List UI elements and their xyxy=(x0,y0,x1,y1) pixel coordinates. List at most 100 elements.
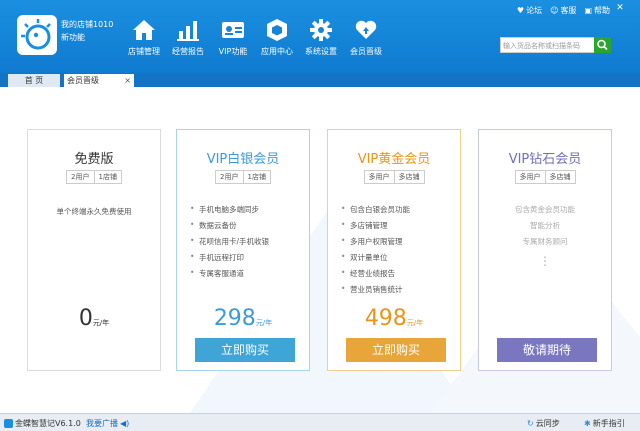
plan-tag: 1店铺 xyxy=(243,170,271,184)
plan-card-diamond: VIP钻石会员 多用户 多店铺 包含黄金会员功能 智能分析 专属财务顾问 ⋮ 敬… xyxy=(478,129,612,371)
plan-tag: 多店铺 xyxy=(394,170,425,184)
plan-tags: 多用户 多店铺 xyxy=(479,170,611,184)
minimize-icon[interactable]: – xyxy=(598,2,610,14)
tab-bar: 首 页 会员晋级 × xyxy=(0,73,640,87)
nav-app-center[interactable]: 应用中心 xyxy=(252,18,302,60)
plan-tag: 2用户 xyxy=(66,170,95,184)
forum-link[interactable]: ♥ 论坛 xyxy=(517,3,542,17)
plan-feature: 手机远程打印 xyxy=(190,252,244,263)
price-unit: 元/年 xyxy=(92,319,110,327)
plan-feature: 单个终端永久免费使用 xyxy=(56,207,132,216)
app-logo-icon xyxy=(4,419,13,428)
home-icon xyxy=(133,20,155,40)
heart-upgrade-icon xyxy=(355,20,377,39)
more-dots: ⋮ xyxy=(539,254,551,268)
new-feature-link[interactable]: 新功能 xyxy=(61,32,85,43)
buy-now-button[interactable]: 立即购买 xyxy=(195,338,295,362)
plan-feature: 包含白银会员功能 xyxy=(341,204,410,215)
plan-feature: 经营业绩报告 xyxy=(341,268,395,279)
plan-card-silver: VIP白银会员 2用户 1店铺 手机电脑多端同步 数据云备份 花呗信用卡/手机收… xyxy=(176,129,310,371)
plan-price: 0元/年 xyxy=(28,306,160,331)
top-links: ♥ 论坛 ☺ 客服 ▣ 帮助 xyxy=(517,3,610,17)
price-value: 298 xyxy=(213,306,256,331)
plan-title: VIP黄金会员 xyxy=(357,152,431,167)
forum-label: 论坛 xyxy=(526,5,543,15)
vip-card-icon xyxy=(222,22,244,38)
close-icon[interactable]: ✕ xyxy=(614,2,626,14)
broadcast-link[interactable]: 我要广播 ◀) xyxy=(86,418,129,429)
service-label: 客服 xyxy=(560,5,577,15)
plan-tags: 2用户 1店铺 xyxy=(28,170,160,184)
plan-tag: 1店铺 xyxy=(94,170,122,184)
price-unit: 元/年 xyxy=(255,319,273,327)
nav-label: 系统设置 xyxy=(305,47,337,56)
app-box-icon xyxy=(267,19,287,41)
plan-title: VIP钻石会员 xyxy=(508,152,582,167)
shop-name[interactable]: 我的店铺1010 xyxy=(61,19,113,30)
speaker-icon: ◀) xyxy=(120,419,130,428)
price-value: 498 xyxy=(364,306,407,331)
nav-vip-features[interactable]: VIP功能 xyxy=(208,18,258,60)
service-link[interactable]: ☺ 客服 xyxy=(550,3,576,17)
plan-tags: 多用户 多店铺 xyxy=(328,170,460,184)
status-bar: 金蝶智慧记V6.1.0 我要广播 ◀) ↻ 云同步 ✱ 新手指引 xyxy=(0,413,640,431)
broadcast-label: 我要广播 xyxy=(86,419,118,428)
plan-feature: 数据云备份 xyxy=(190,220,236,231)
plan-title: 免费版 xyxy=(74,152,114,167)
service-icon: ☺ xyxy=(550,5,559,15)
tab-label: 会员晋级 xyxy=(67,76,99,85)
plan-price: 298元/年 xyxy=(177,306,309,331)
tab-member-upgrade[interactable]: 会员晋级 × xyxy=(64,74,134,87)
plan-feature: 专属财务顾问 xyxy=(522,237,568,246)
plan-card-gold: VIP黄金会员 多用户 多店铺 包含白银会员功能 多店铺管理 多用户权限管理 双… xyxy=(327,129,461,371)
nav-system-settings[interactable]: 系统设置 xyxy=(296,18,346,60)
app-version: 金蝶智慧记V6.1.0 xyxy=(4,418,81,429)
plan-feature: 多店铺管理 xyxy=(341,220,387,231)
nav-label: VIP功能 xyxy=(218,47,248,56)
plan-card-free: 免费版 2用户 1店铺 单个终端永久免费使用 0元/年 xyxy=(27,129,161,371)
plan-feature: 包含黄金会员功能 xyxy=(515,205,575,214)
forum-icon: ♥ xyxy=(516,5,525,15)
nav-store-management[interactable]: 店铺管理 xyxy=(119,18,169,60)
nav-member-upgrade[interactable]: 会员晋级 xyxy=(341,18,391,60)
nav-label: 会员晋级 xyxy=(350,47,382,56)
nav-label: 店铺管理 xyxy=(128,47,160,56)
app-logo xyxy=(17,15,57,55)
close-icon[interactable]: × xyxy=(124,74,131,87)
plan-price: 498元/年 xyxy=(328,306,460,331)
guide-label: 新手指引 xyxy=(592,419,625,428)
plan-tag: 多用户 xyxy=(363,170,395,184)
guide-button[interactable]: ✱ 新手指引 xyxy=(584,418,625,429)
nav-business-report[interactable]: 经营报告 xyxy=(163,18,213,60)
plan-tag: 多店铺 xyxy=(545,170,576,184)
plan-tag: 2用户 xyxy=(215,170,244,184)
plan-feature: 多用户权限管理 xyxy=(341,236,402,247)
plan-feature: 手机电脑多端同步 xyxy=(190,204,259,215)
plan-feature: 智能分析 xyxy=(530,221,560,230)
search-icon xyxy=(597,39,608,51)
cloud-sync-label: 云同步 xyxy=(535,419,560,428)
bar-chart-icon xyxy=(177,21,199,41)
price-unit: 元/年 xyxy=(406,319,424,327)
price-value: 0 xyxy=(78,306,93,331)
plan-tags: 2用户 1店铺 xyxy=(177,170,309,184)
nav-label: 经营报告 xyxy=(172,47,204,56)
plan-title: VIP白银会员 xyxy=(206,152,280,167)
plan-feature: 营业员销售统计 xyxy=(341,284,402,295)
tab-home[interactable]: 首 页 xyxy=(8,74,60,87)
plan-tag: 多用户 xyxy=(514,170,546,184)
search-button[interactable] xyxy=(594,37,611,53)
guide-icon: ✱ xyxy=(584,419,591,428)
gear-icon xyxy=(310,19,332,41)
plan-feature: 专属客服通道 xyxy=(190,268,244,279)
nav-label: 应用中心 xyxy=(261,47,293,56)
cloud-sync-icon: ↻ xyxy=(527,419,534,428)
cloud-sync-button[interactable]: ↻ 云同步 xyxy=(527,418,560,429)
header-bar: 我的店铺1010 新功能 店铺管理 经营报告 VIP功能 应用中心 系统设置 会… xyxy=(0,0,640,73)
app-name: 金蝶智慧记V6.1.0 xyxy=(15,419,81,428)
buy-now-button[interactable]: 立即购买 xyxy=(346,338,446,362)
coming-soon-button[interactable]: 敬请期待 xyxy=(497,338,597,362)
help-icon: ▣ xyxy=(584,5,592,15)
member-upgrade-page: 免费版 2用户 1店铺 单个终端永久免费使用 0元/年 VIP白银会员 2用户 … xyxy=(0,87,640,413)
plan-feature: 花呗信用卡/手机收银 xyxy=(190,236,269,247)
